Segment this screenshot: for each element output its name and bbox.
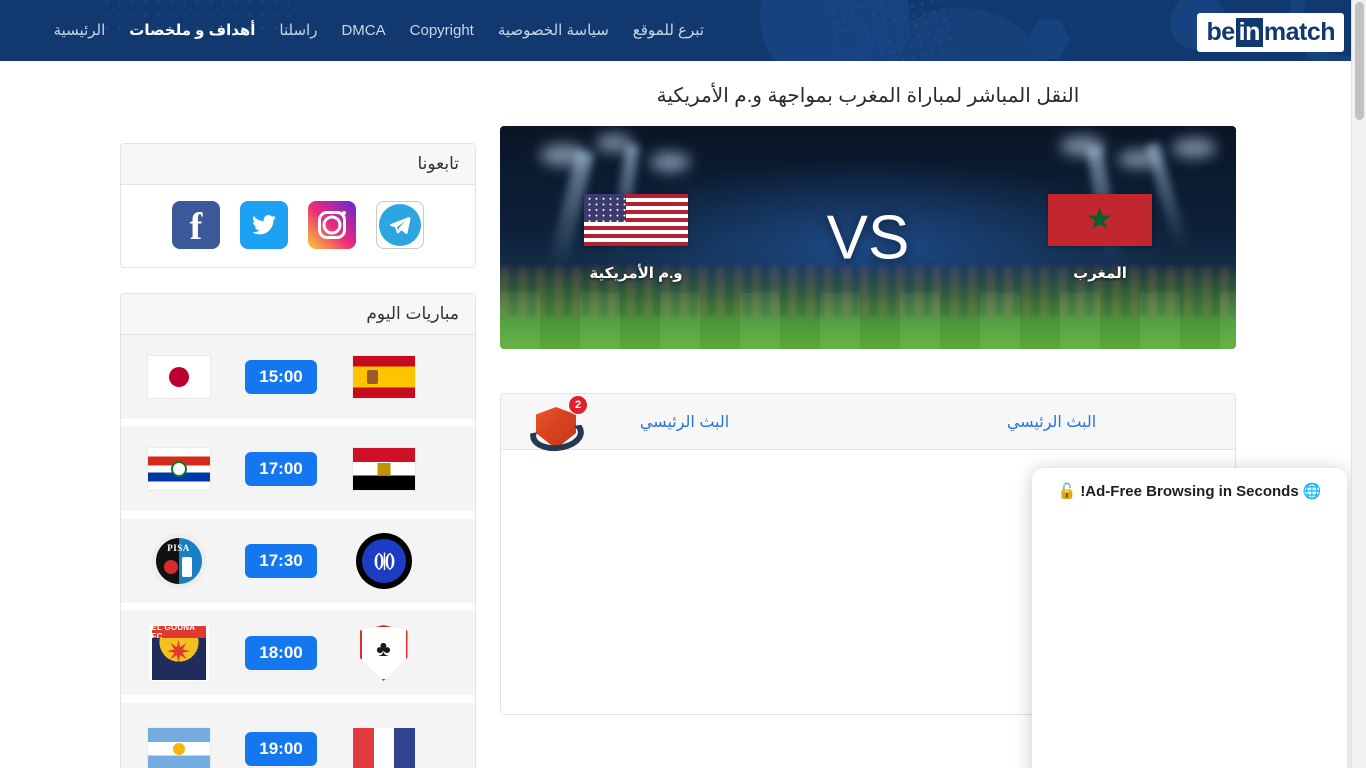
egypt-flag-icon xyxy=(352,448,415,490)
match-row[interactable]: PISA 17:30 ()|() xyxy=(121,519,475,611)
site-header: الرئيسية أهداف و ملخصات راسلنا DMCA Copyrigh… xyxy=(0,0,1366,61)
paraguay-flag-icon xyxy=(147,448,210,490)
away-team-name: و.م الأمريكية xyxy=(589,265,683,282)
match-time-label: 17:00 xyxy=(245,452,317,486)
usa-flag-icon xyxy=(584,194,688,246)
away-team: و.م الأمريكية xyxy=(546,194,726,282)
match-time-label: 18:00 xyxy=(245,636,317,670)
match-time-label: 19:00 xyxy=(245,732,317,766)
match-row[interactable]: 19:00 xyxy=(121,703,475,768)
match-time: 15:00 xyxy=(236,360,326,394)
match-away-team xyxy=(326,448,441,490)
versus-banner: ★ المغرب VS و.م الأمريكية xyxy=(500,126,1236,349)
follow-us-card: تابعونا f xyxy=(120,143,476,268)
follow-us-title: تابعونا xyxy=(121,144,475,185)
social-links: f xyxy=(121,185,475,267)
sidebar: تابعونا f مباريات اليوم 15:00 17:00 PISA… xyxy=(120,61,476,768)
match-home-team xyxy=(121,728,236,768)
match-time: 17:00 xyxy=(236,452,326,486)
japan-flag-icon xyxy=(147,356,210,398)
spain-flag-icon xyxy=(352,356,415,398)
nav-item-6[interactable]: تبرع للموقع xyxy=(621,0,716,61)
telegram-icon[interactable] xyxy=(376,201,424,249)
ad-free-popup[interactable]: 🔓 !Ad-Free Browsing in Seconds 🌐 xyxy=(1032,468,1347,768)
ad-free-popup-body xyxy=(1032,508,1347,768)
logo-text-in: in xyxy=(1235,18,1263,47)
match-time: 18:00 xyxy=(236,636,326,670)
el-gouna-crest-icon: EL GOUNA FC ✷ xyxy=(148,625,209,681)
match-home-team xyxy=(121,448,236,490)
match-row[interactable]: 17:00 xyxy=(121,427,475,519)
match-row[interactable]: 15:00 xyxy=(121,335,475,427)
match-home-team: PISA xyxy=(121,533,236,589)
match-away-team: ()|() xyxy=(326,533,441,589)
nav-item-3[interactable]: DMCA xyxy=(329,0,397,61)
ad-free-popup-title: 🔓 !Ad-Free Browsing in Seconds 🌐 xyxy=(1057,483,1322,500)
stream-tab-0[interactable]: البث الرئيسي xyxy=(868,394,1235,449)
instagram-icon[interactable] xyxy=(308,201,356,249)
zamalek-crest-icon: ♣ xyxy=(359,625,408,681)
nav-item-4[interactable]: Copyright xyxy=(398,0,486,61)
adblock-shield-icon[interactable]: 2 xyxy=(530,395,588,451)
match-home-team xyxy=(121,356,236,398)
facebook-icon[interactable]: f xyxy=(172,201,220,249)
page-body: النقل المباشر لمباراة المغرب بمواجهة و.م… xyxy=(0,61,1366,768)
match-home-team: EL GOUNA FC ✷ xyxy=(121,625,236,681)
nav-item-1[interactable]: أهداف و ملخصات xyxy=(117,0,267,61)
match-away-team xyxy=(326,728,441,768)
twitter-icon[interactable] xyxy=(240,201,288,249)
nav-item-5[interactable]: سياسة الخصوصية xyxy=(486,0,621,61)
facebook-glyph: f xyxy=(189,206,203,248)
adblock-count-badge: 2 xyxy=(568,395,588,415)
logo-text-be: be xyxy=(1206,18,1235,46)
scrollbar-thumb[interactable] xyxy=(1355,2,1364,120)
match-away-team xyxy=(326,356,441,398)
nav-item-0[interactable]: الرئيسية xyxy=(42,0,118,61)
pisa-crest-icon: PISA xyxy=(150,533,207,589)
inter-crest-icon: ()|() xyxy=(355,533,412,589)
today-matches-title: مباريات اليوم xyxy=(121,294,475,335)
match-away-team: ♣ xyxy=(326,625,441,681)
stream-tabs: البث الرئيسي البث الرئيسي xyxy=(501,394,1235,450)
match-time-label: 15:00 xyxy=(245,360,317,394)
match-time-label: 17:30 xyxy=(245,544,317,578)
match-time: 17:30 xyxy=(236,544,326,578)
page-title: النقل المباشر لمباراة المغرب بمواجهة و.م… xyxy=(656,85,1080,107)
france-flag-icon xyxy=(352,728,415,768)
argentina-flag-icon xyxy=(147,728,210,768)
site-logo[interactable]: be in match xyxy=(1197,13,1344,52)
logo-text-match: match xyxy=(1263,18,1336,46)
page-scrollbar[interactable] xyxy=(1351,0,1366,768)
match-row[interactable]: EL GOUNA FC ✷ 18:00 ♣ xyxy=(121,611,475,703)
match-time: 19:00 xyxy=(236,732,326,766)
today-matches-card: مباريات اليوم 15:00 17:00 PISA 17:30 ()|… xyxy=(120,293,476,768)
nav-item-2[interactable]: راسلنا xyxy=(267,0,329,61)
main-navigation: الرئيسية أهداف و ملخصات راسلنا DMCA Copyrigh… xyxy=(42,0,1366,61)
